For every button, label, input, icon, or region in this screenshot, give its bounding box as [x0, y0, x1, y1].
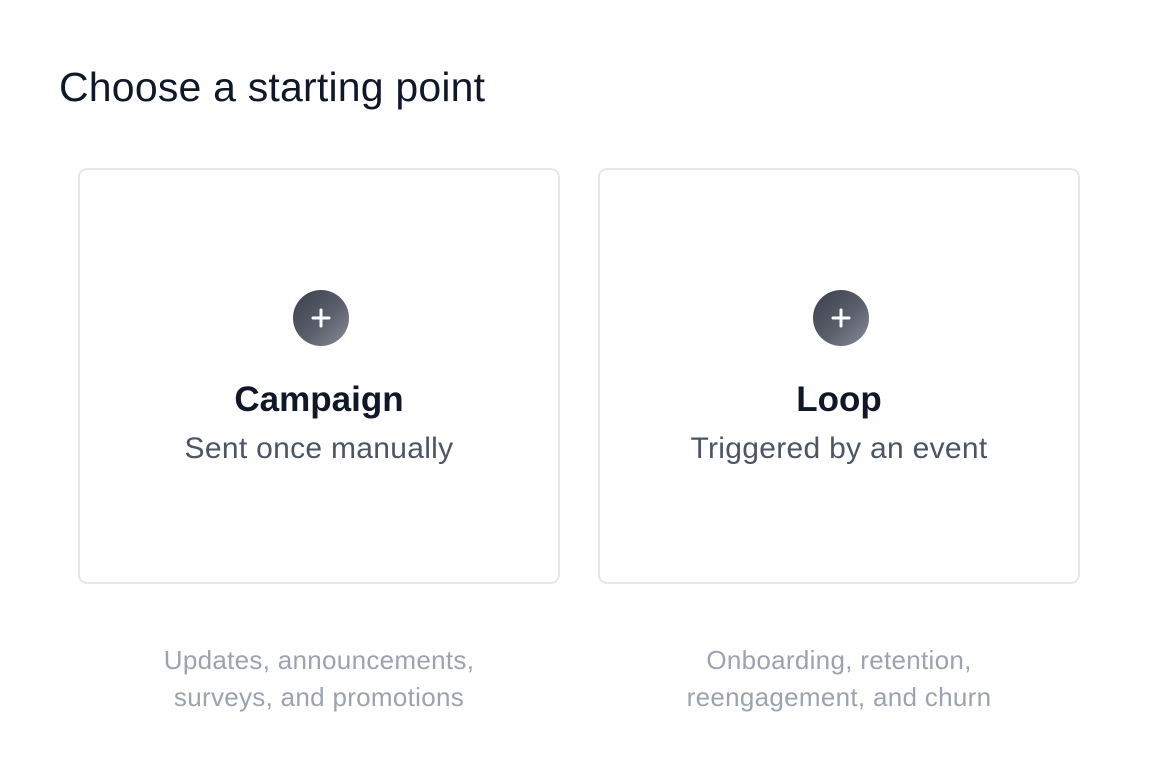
loop-card[interactable]: Loop Triggered by an event	[598, 168, 1080, 584]
campaign-card[interactable]: Campaign Sent once manually	[78, 168, 560, 584]
campaign-description: Updates, announcements, surveys, and pro…	[78, 642, 560, 716]
campaign-description-line: Updates, announcements,	[163, 645, 475, 675]
campaign-title: Campaign	[234, 380, 404, 419]
loop-description-line: Onboarding, retention,	[706, 645, 972, 675]
campaign-description-line: surveys, and promotions	[173, 682, 465, 712]
loop-subtitle: Triggered by an event	[690, 432, 988, 465]
plus-icon	[293, 290, 349, 346]
loop-description: Onboarding, retention, reengagement, and…	[598, 642, 1080, 716]
option-campaign: Campaign Sent once manually Updates, ann…	[78, 168, 560, 716]
loop-title: Loop	[796, 380, 882, 419]
plus-icon	[813, 290, 869, 346]
loop-description-line: reengagement, and churn	[686, 682, 992, 712]
page-title: Choose a starting point	[59, 64, 486, 110]
campaign-subtitle: Sent once manually	[184, 432, 454, 465]
option-loop: Loop Triggered by an event Onboarding, r…	[598, 168, 1080, 716]
